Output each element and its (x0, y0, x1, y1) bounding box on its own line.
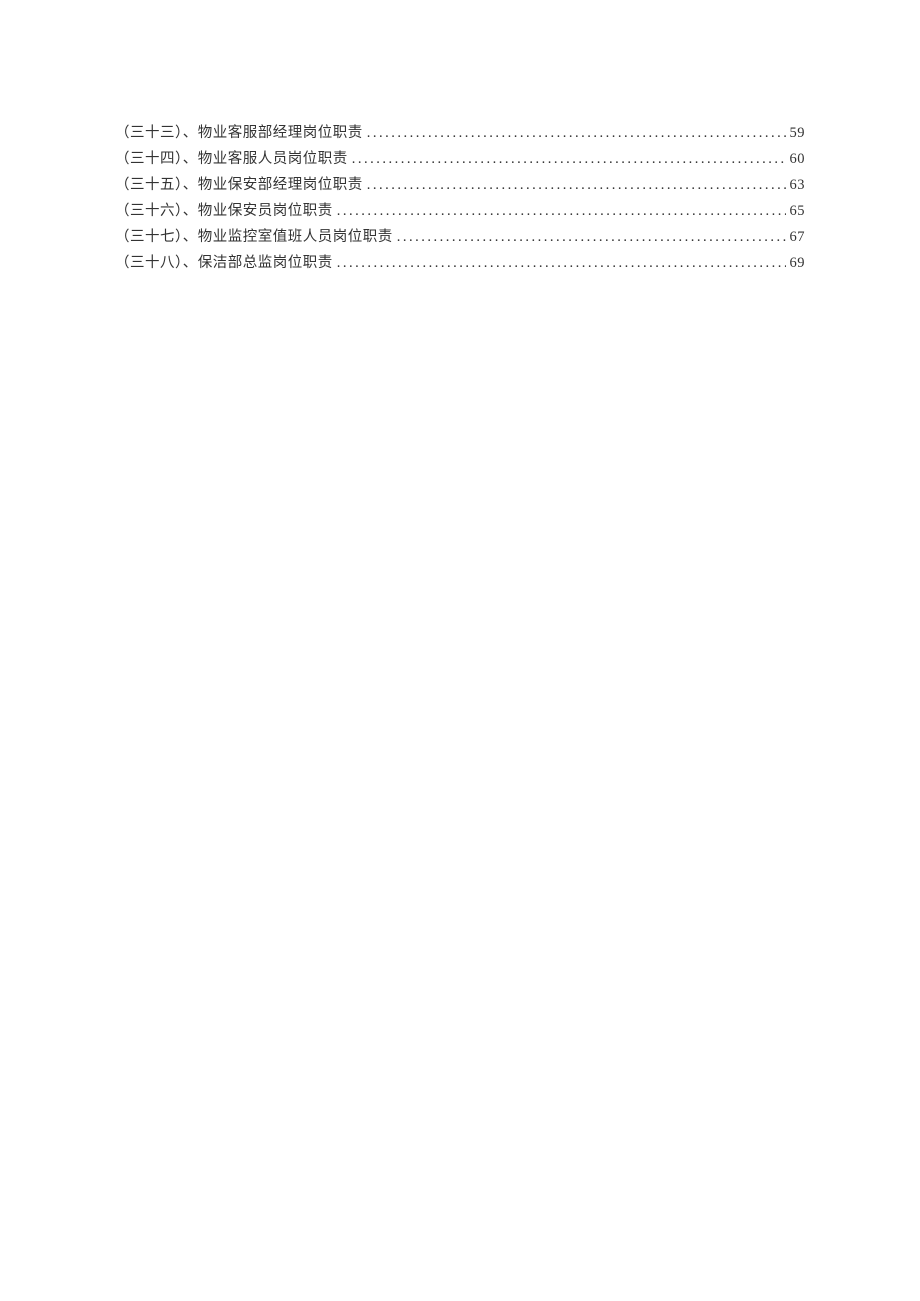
toc-entry-number: （三十四）、 (115, 146, 198, 172)
toc-leader-dots (337, 198, 786, 224)
toc-entry-page: 67 (790, 224, 806, 250)
toc-entry-title: 物业监控室值班人员岗位职责 (198, 224, 393, 250)
toc-entry-page: 69 (790, 250, 806, 276)
toc-entry-title: 物业保安员岗位职责 (198, 198, 333, 224)
toc-entry-number: （三十六）、 (115, 198, 198, 224)
toc-entry: （三十四）、 物业客服人员岗位职责 60 (115, 146, 805, 172)
toc-leader-dots (367, 120, 786, 146)
toc-entry: （三十三）、 物业客服部经理岗位职责 59 (115, 120, 805, 146)
toc-entry-number: （三十七）、 (115, 224, 198, 250)
toc-entry-page: 59 (790, 120, 806, 146)
toc-leader-dots (397, 224, 786, 250)
toc-leader-dots (367, 172, 786, 198)
toc-leader-dots (352, 146, 786, 172)
toc-leader-dots (337, 250, 786, 276)
toc-entry-number: （三十三）、 (115, 120, 198, 146)
toc-entry-title: 物业保安部经理岗位职责 (198, 172, 363, 198)
toc-entry-title: 保洁部总监岗位职责 (198, 250, 333, 276)
toc-entry-page: 60 (790, 146, 806, 172)
toc-entry-page: 63 (790, 172, 806, 198)
toc-entry-page: 65 (790, 198, 806, 224)
toc-entry: （三十七）、 物业监控室值班人员岗位职责 67 (115, 224, 805, 250)
table-of-contents: （三十三）、 物业客服部经理岗位职责 59 （三十四）、 物业客服人员岗位职责 … (115, 120, 805, 276)
toc-entry: （三十五）、 物业保安部经理岗位职责 63 (115, 172, 805, 198)
toc-entry-number: （三十八）、 (115, 250, 198, 276)
toc-entry: （三十六）、 物业保安员岗位职责 65 (115, 198, 805, 224)
toc-entry-title: 物业客服部经理岗位职责 (198, 120, 363, 146)
toc-entry-title: 物业客服人员岗位职责 (198, 146, 348, 172)
toc-entry: （三十八）、 保洁部总监岗位职责 69 (115, 250, 805, 276)
toc-entry-number: （三十五）、 (115, 172, 198, 198)
